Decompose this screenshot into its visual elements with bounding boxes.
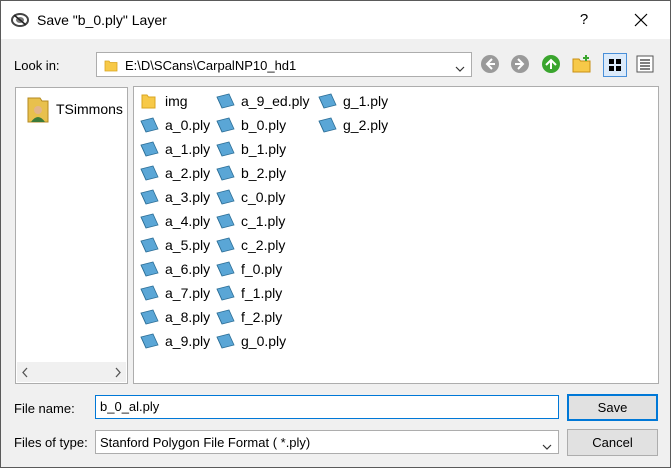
new-folder-icon <box>572 55 591 73</box>
chevron-down-icon <box>542 439 552 454</box>
ply-file-icon <box>138 116 160 137</box>
parent-folder-button[interactable] <box>540 53 564 77</box>
help-button[interactable]: ? <box>567 1 601 39</box>
file-name-input[interactable] <box>100 399 550 414</box>
back-button[interactable] <box>479 53 503 77</box>
file-item-label: a_2.ply <box>165 165 211 181</box>
ply-file-icon <box>214 140 236 161</box>
close-icon <box>634 13 648 27</box>
cancel-button[interactable]: Cancel <box>567 429 658 456</box>
save-button[interactable]: Save <box>567 394 658 421</box>
ply-file-icon <box>316 116 338 137</box>
file-item-label: a_9.ply <box>165 333 211 349</box>
file-type-select[interactable]: Stanford Polygon File Format ( *.ply) <box>95 430 559 454</box>
save-dialog: Save "b_0.ply" Layer ? Look in: E:\D\SCa… <box>0 0 671 468</box>
file-list: img a_0.ply a_1.ply a_2.ply a_3.ply a_4.ply a_… <box>133 86 659 384</box>
ply-file-icon <box>214 284 236 305</box>
chevron-down-icon <box>455 61 465 76</box>
file-item-label: a_8.ply <box>165 309 211 325</box>
file-item-label: a_7.ply <box>165 285 211 301</box>
ply-file-icon <box>214 308 236 329</box>
file-item-label: a_9_ed.ply <box>241 93 310 109</box>
ply-file-icon <box>138 260 160 281</box>
detail-view-icon <box>636 55 654 73</box>
ply-file-icon <box>138 332 160 353</box>
ply-file-icon <box>316 92 338 113</box>
file-item-label: a_1.ply <box>165 141 211 157</box>
file-item-label: g_1.ply <box>343 93 389 109</box>
file-item-label: f_2.ply <box>241 309 283 325</box>
ply-file-icon <box>214 116 236 137</box>
file-item-label: c_0.ply <box>241 189 286 205</box>
ply-file-icon <box>138 188 160 209</box>
file-item-label: f_1.ply <box>241 285 283 301</box>
file-type-label: Files of type: <box>14 435 88 450</box>
sidebar-item-tsimmons[interactable]: TSimmons <box>22 93 127 127</box>
ply-file-icon <box>214 188 236 209</box>
ply-file-icon <box>214 164 236 185</box>
file-item-label: b_1.ply <box>241 141 287 157</box>
list-view-button[interactable] <box>603 53 627 77</box>
file-item-label: c_2.ply <box>241 237 286 253</box>
file-item-label: a_0.ply <box>165 117 211 133</box>
file-name-label: File name: <box>14 401 75 416</box>
sidebar-item-label: TSimmons <box>56 101 123 117</box>
file-item-label: img <box>165 93 188 109</box>
list-view-icon <box>609 59 621 71</box>
detail-view-button[interactable] <box>634 53 658 77</box>
file-item-label: a_6.ply <box>165 261 211 277</box>
ply-file-icon <box>138 164 160 185</box>
file-item-label: g_2.ply <box>343 117 389 133</box>
chevron-left-icon[interactable] <box>21 366 29 381</box>
dialog-title: Save "b_0.ply" Layer <box>37 12 167 28</box>
parent-folder-icon <box>542 55 560 73</box>
file-item-label: b_2.ply <box>241 165 287 181</box>
file-item-label: g_0.ply <box>241 333 287 349</box>
look-in-combo[interactable]: E:\D\SCans\CarpalNP10_hd1 <box>96 52 472 77</box>
ply-file-icon <box>138 140 160 161</box>
file-item-label: a_5.ply <box>165 237 211 253</box>
folder-icon <box>138 92 158 113</box>
ply-file-icon <box>214 92 236 113</box>
look-in-path: E:\D\SCans\CarpalNP10_hd1 <box>125 58 297 73</box>
file-item-label: a_3.ply <box>165 189 211 205</box>
file-item-label: c_1.ply <box>241 213 286 229</box>
places-sidebar: TSimmons <box>15 87 128 384</box>
forward-icon <box>511 55 529 73</box>
file-name-field[interactable] <box>95 395 559 419</box>
forward-button[interactable] <box>509 53 533 77</box>
ply-file-icon <box>138 308 160 329</box>
ply-file-icon <box>138 284 160 305</box>
app-icon <box>11 11 29 29</box>
file-type-value: Stanford Polygon File Format ( *.ply) <box>100 435 311 450</box>
sidebar-scrollbar[interactable] <box>17 362 126 382</box>
new-folder-button[interactable] <box>571 53 595 77</box>
chevron-right-icon[interactable] <box>114 366 122 381</box>
close-button[interactable] <box>623 1 659 39</box>
file-item-label: a_4.ply <box>165 213 211 229</box>
ply-file-icon <box>214 260 236 281</box>
ply-file-icon <box>214 236 236 257</box>
file-item-label: b_0.ply <box>241 117 287 133</box>
look-in-label: Look in: <box>14 58 60 73</box>
file-item-label: f_0.ply <box>241 261 283 277</box>
folder-icon <box>104 58 118 75</box>
ply-file-icon <box>138 212 160 233</box>
ply-file-icon <box>138 236 160 257</box>
user-icon <box>26 96 50 127</box>
ply-file-icon <box>214 332 236 353</box>
back-icon <box>481 55 499 73</box>
title-bar: Save "b_0.ply" Layer ? <box>1 1 670 39</box>
ply-file-icon <box>214 212 236 233</box>
